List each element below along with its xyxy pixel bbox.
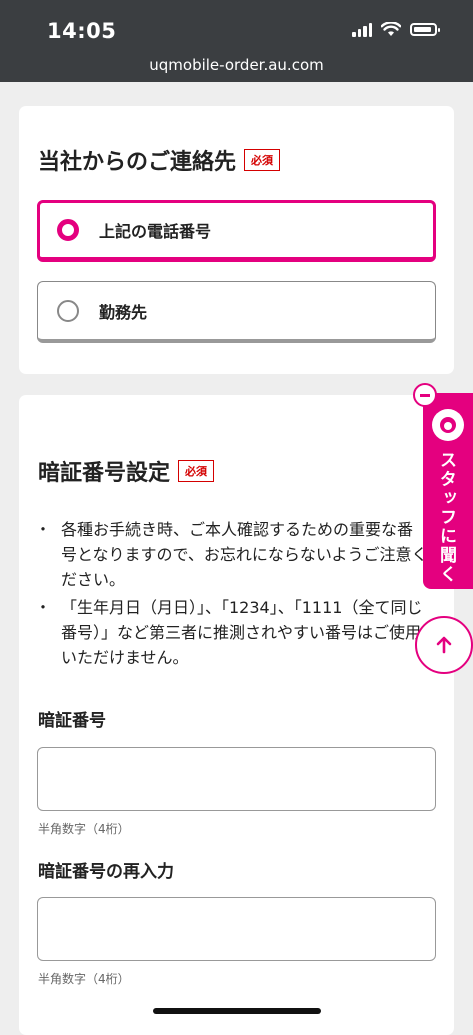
url-bar[interactable]: uqmobile-order.au.com xyxy=(0,56,473,74)
ask-staff-label: スタッフに聞く xyxy=(436,451,456,584)
pin-note-item: 「生年月日（月日）」、「1234」、「1111（全て同じ番号）」など第三者に推測… xyxy=(35,595,428,670)
pin-card: 暗証番号設定 必須 各種お手続き時、ご本人確認するための重要な番号となりますので… xyxy=(19,395,454,1035)
contact-option-work-label: 勤務先 xyxy=(99,302,148,322)
arrow-up-icon xyxy=(436,636,452,654)
status-icons xyxy=(352,22,440,37)
contact-option-phone-label: 上記の電話番号 xyxy=(99,222,212,241)
pin-confirm-label: 暗証番号の再入力 xyxy=(38,862,174,882)
wifi-icon xyxy=(381,22,401,36)
required-badge: 必須 xyxy=(244,149,281,171)
minus-icon[interactable] xyxy=(413,383,437,407)
pin-note-item: 各種お手続き時、ご本人確認するための重要な番号となりますので、お忘れにならないよ… xyxy=(35,517,428,592)
contact-title-text: 当社からのご連絡先 xyxy=(38,150,237,175)
scroll-top-button[interactable] xyxy=(415,616,473,674)
signal-icon xyxy=(352,22,372,37)
required-badge: 必須 xyxy=(178,460,215,482)
status-time: 14:05 xyxy=(47,19,117,43)
pin-confirm-input[interactable] xyxy=(37,897,436,961)
radio-selected-icon xyxy=(57,219,79,241)
pin-title-text: 暗証番号設定 xyxy=(38,461,171,486)
pin-input[interactable] xyxy=(37,747,436,811)
browser-top-bar: 14:05 uqmobile-order.au.com xyxy=(0,0,473,82)
pin-notes: 各種お手続き時、ご本人確認するための重要な番号となりますので、お忘れにならないよ… xyxy=(35,517,428,673)
pin-label: 暗証番号 xyxy=(38,711,106,731)
radio-unselected-icon xyxy=(57,299,79,322)
pin-section-title: 暗証番号設定 必須 xyxy=(38,455,215,487)
home-indicator xyxy=(153,1008,321,1014)
contact-option-work[interactable]: 勤務先 xyxy=(37,281,436,343)
pin-confirm-hint: 半角数字（4桁） xyxy=(38,972,130,986)
battery-icon xyxy=(410,23,440,36)
pin-hint: 半角数字（4桁） xyxy=(38,822,130,836)
contact-card: 当社からのご連絡先 必須 上記の電話番号 勤務先 xyxy=(19,106,454,374)
contact-section-title: 当社からのご連絡先 必須 xyxy=(38,144,281,176)
ask-staff-button[interactable]: スタッフに聞く xyxy=(423,393,473,589)
contact-option-phone[interactable]: 上記の電話番号 xyxy=(37,200,436,262)
staff-headset-icon xyxy=(432,409,464,441)
